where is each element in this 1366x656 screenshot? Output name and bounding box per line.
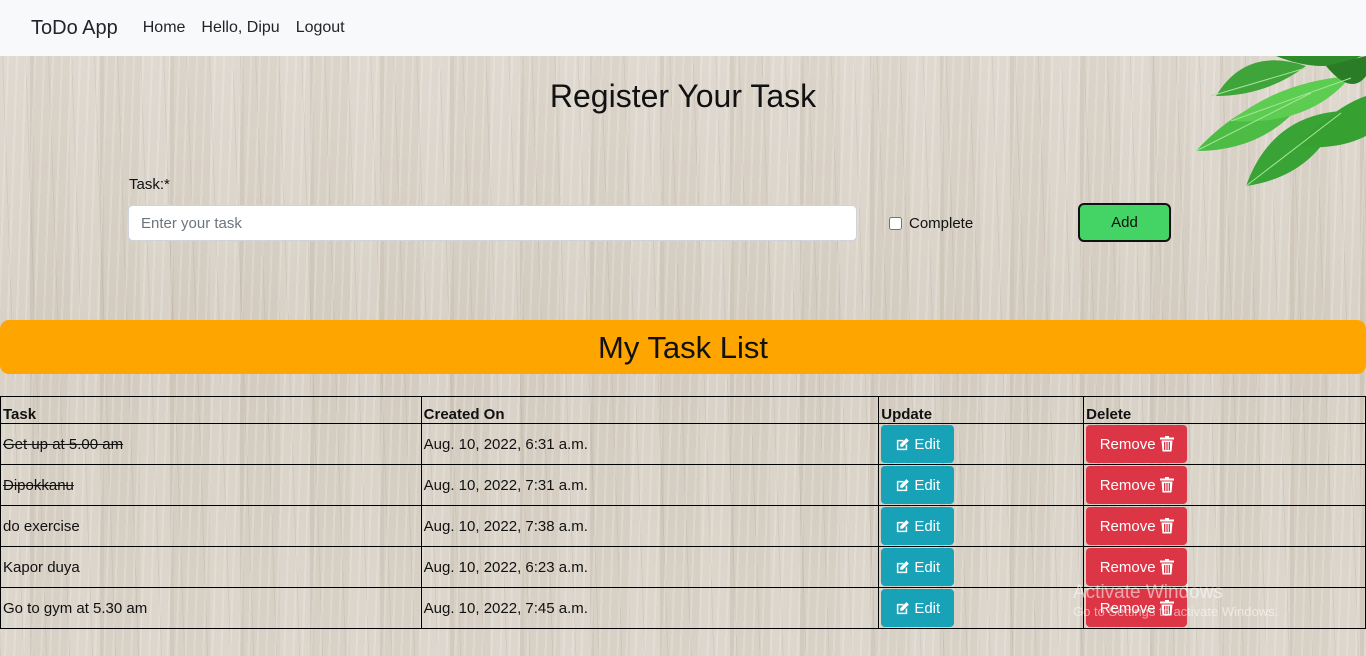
edit-button[interactable]: Edit [881,425,955,463]
watermark-line-2: Go to Settings to activate Windows. [1073,604,1279,619]
table-header-row: Task Created On Update Delete [0,396,1366,424]
delete-cell: Remove [1083,464,1366,506]
task-cell: Dipokkanu [0,464,422,506]
nav-link-user-greeting[interactable]: Hello, Dipu [201,19,279,37]
complete-checkbox-label: Complete [909,215,974,232]
nav-link-home[interactable]: Home [143,19,186,37]
update-cell: Edit [878,464,1085,506]
task-text: Dipokkanu [3,476,74,494]
update-cell: Edit [878,505,1085,547]
task-list-title: My Task List [0,320,1366,374]
update-cell: Edit [878,546,1085,588]
edit-icon [897,478,910,491]
edit-button-label: Edit [914,599,941,617]
header-delete: Delete [1083,396,1366,424]
edit-icon [897,519,910,532]
header-task: Task [0,396,422,424]
remove-button[interactable]: Remove [1086,425,1188,463]
table-row: Get up at 5.00 am Aug. 10, 2022, 6:31 a.m… [0,423,1366,465]
complete-checkbox-group[interactable]: Complete [887,215,973,232]
created-on-cell: Aug. 10, 2022, 6:31 a.m. [420,423,880,465]
created-on-cell: Aug. 10, 2022, 7:38 a.m. [420,505,880,547]
edit-button-label: Edit [914,517,941,535]
table-row: Dipokkanu Aug. 10, 2022, 7:31 a.m. Edit Rem… [0,464,1366,506]
navbar: ToDo App Home Hello, Dipu Logout [0,0,1366,56]
remove-button[interactable]: Remove [1086,466,1188,504]
task-text: do exercise [3,517,80,535]
created-on-cell: Aug. 10, 2022, 7:45 a.m. [420,587,880,629]
edit-button-label: Edit [914,476,941,494]
edit-icon [897,437,910,450]
delete-cell: Remove [1083,423,1366,465]
delete-cell: Remove [1083,505,1366,547]
task-cell: do exercise [0,505,422,547]
remove-button-label: Remove [1099,476,1156,494]
task-field-label: Task:* [129,176,170,193]
created-on-cell: Aug. 10, 2022, 6:23 a.m. [420,546,880,588]
task-cell: Get up at 5.00 am [0,423,422,465]
edit-icon [897,601,910,614]
created-on-cell: Aug. 10, 2022, 7:31 a.m. [420,464,880,506]
register-title: Register Your Task [549,78,817,114]
edit-button[interactable]: Edit [881,548,955,586]
table-row: do exercise Aug. 10, 2022, 7:38 a.m. Edit R… [0,505,1366,547]
complete-checkbox[interactable] [889,217,902,230]
remove-button[interactable]: Remove [1086,548,1188,586]
header-update: Update [878,396,1085,424]
task-input[interactable] [128,205,857,241]
edit-button-label: Edit [914,435,941,453]
decorative-leaves-image [1195,56,1366,186]
edit-icon [897,560,910,573]
trash-icon [1159,436,1174,452]
task-text: Get up at 5.00 am [3,435,124,453]
edit-button-label: Edit [914,558,941,576]
update-cell: Edit [878,423,1085,465]
edit-button[interactable]: Edit [881,466,955,504]
update-cell: Edit [878,587,1085,629]
windows-activation-watermark: Activate Windows Go to Settings to activ… [1073,582,1278,619]
task-cell: Go to gym at 5.30 am [0,587,422,629]
task-text: Kapor duya [3,558,80,576]
trash-icon [1159,559,1174,575]
edit-button[interactable]: Edit [881,589,955,627]
brand-logo[interactable]: ToDo App [31,17,118,40]
remove-button-label: Remove [1099,435,1156,453]
edit-button[interactable]: Edit [881,507,955,545]
task-cell: Kapor duya [0,546,422,588]
remove-button-label: Remove [1099,517,1156,535]
add-task-button[interactable]: Add [1078,203,1171,242]
header-created-on: Created On [420,396,880,424]
nav-link-logout[interactable]: Logout [296,19,345,37]
remove-button-label: Remove [1099,558,1156,576]
task-text: Go to gym at 5.30 am [3,599,148,617]
remove-button[interactable]: Remove [1086,507,1188,545]
watermark-line-1: Activate Windows [1073,582,1223,603]
trash-icon [1159,477,1174,493]
trash-icon [1159,518,1174,534]
